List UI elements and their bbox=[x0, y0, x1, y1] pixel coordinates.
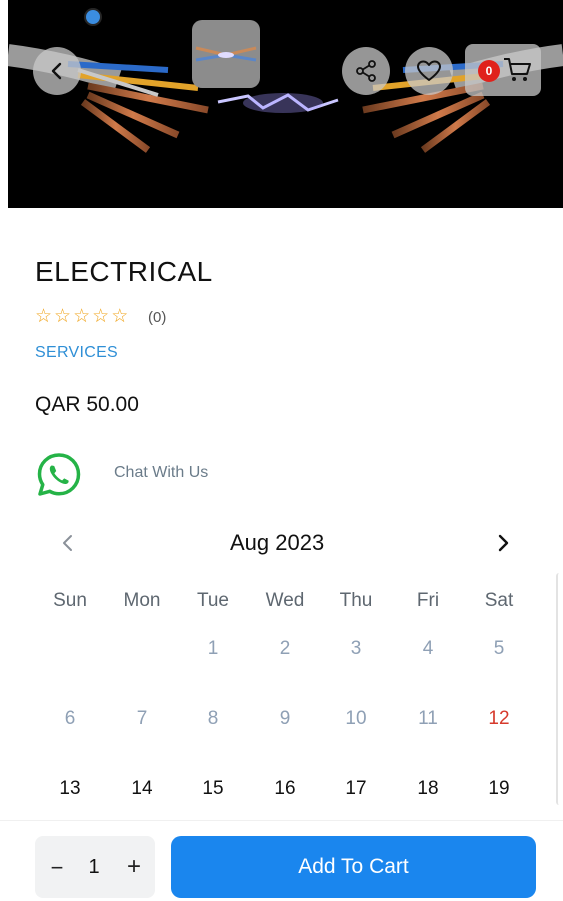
wishlist-button[interactable] bbox=[405, 47, 453, 95]
calendar-day[interactable]: 13 bbox=[40, 778, 100, 800]
cart-icon bbox=[504, 58, 531, 81]
chat-with-us-link[interactable]: Chat With Us bbox=[114, 464, 208, 482]
scrollbar[interactable] bbox=[556, 573, 563, 805]
calendar-day[interactable]: 14 bbox=[112, 778, 172, 800]
calendar-day: 4 bbox=[422, 638, 434, 659]
chevron-right-icon bbox=[498, 534, 509, 552]
calendar-day[interactable]: 18 bbox=[398, 778, 458, 800]
star-icon: ☆ bbox=[54, 306, 72, 327]
back-arrow-icon bbox=[51, 62, 62, 80]
product-image bbox=[8, 0, 563, 208]
weekday-sat: Sat bbox=[484, 590, 514, 611]
whatsapp-icon[interactable] bbox=[35, 451, 83, 499]
calendar-day: 1 bbox=[207, 638, 219, 659]
rating-count: (0) bbox=[148, 309, 167, 326]
calendar-day[interactable]: 15 bbox=[183, 778, 243, 800]
share-icon bbox=[356, 60, 376, 82]
calendar-day: 11 bbox=[418, 708, 438, 729]
calendar-day[interactable]: 17 bbox=[326, 778, 386, 800]
weekday-thu: Thu bbox=[339, 590, 373, 611]
calendar-day[interactable]: 16 bbox=[255, 778, 315, 800]
star-icon: ☆ bbox=[111, 306, 129, 327]
calendar-next-button[interactable] bbox=[492, 530, 514, 556]
calendar-day: 9 bbox=[279, 708, 291, 729]
image-thumbnail[interactable] bbox=[192, 20, 260, 88]
rating-stars: ☆ ☆ ☆ ☆ ☆ bbox=[35, 307, 128, 327]
quantity-increment-button[interactable]: + bbox=[124, 853, 144, 881]
calendar-day: 5 bbox=[493, 638, 505, 659]
weekday-tue: Tue bbox=[196, 590, 230, 611]
share-button[interactable] bbox=[342, 47, 390, 95]
weekday-fri: Fri bbox=[416, 590, 440, 611]
calendar-month-label: Aug 2023 bbox=[230, 530, 325, 555]
calendar-day[interactable]: 19 bbox=[469, 778, 529, 800]
wires-illustration bbox=[8, 44, 563, 153]
quantity-value: 1 bbox=[88, 856, 100, 878]
add-to-cart-button[interactable]: Add To Cart bbox=[171, 836, 536, 898]
product-price: QAR 50.00 bbox=[35, 393, 139, 416]
weekday-sun: Sun bbox=[53, 590, 87, 611]
star-icon: ☆ bbox=[73, 306, 91, 327]
calendar-day: 2 bbox=[279, 638, 291, 659]
star-icon: ☆ bbox=[35, 306, 53, 327]
heart-icon bbox=[417, 60, 441, 81]
chevron-left-icon bbox=[63, 535, 72, 551]
calendar-day: 8 bbox=[207, 708, 219, 729]
calendar-prev-button[interactable] bbox=[57, 530, 79, 556]
category-link[interactable]: SERVICES bbox=[35, 344, 118, 362]
weekday-wed: Wed bbox=[265, 590, 305, 611]
calendar-day: 7 bbox=[136, 708, 148, 729]
star-icon: ☆ bbox=[92, 306, 110, 327]
weekday-mon: Mon bbox=[123, 590, 161, 611]
cart-button[interactable] bbox=[465, 44, 541, 96]
calendar-day-today[interactable]: 12 bbox=[469, 708, 529, 730]
quantity-decrement-button[interactable]: − bbox=[47, 855, 67, 881]
product-title: ELECTRICAL bbox=[35, 256, 213, 287]
calendar-day: 3 bbox=[350, 638, 362, 659]
notification-icon bbox=[86, 10, 100, 24]
cart-count-badge: 0 bbox=[478, 60, 500, 82]
back-button[interactable] bbox=[33, 47, 81, 95]
calendar-day: 10 bbox=[345, 708, 367, 729]
calendar-day: 6 bbox=[64, 708, 76, 729]
